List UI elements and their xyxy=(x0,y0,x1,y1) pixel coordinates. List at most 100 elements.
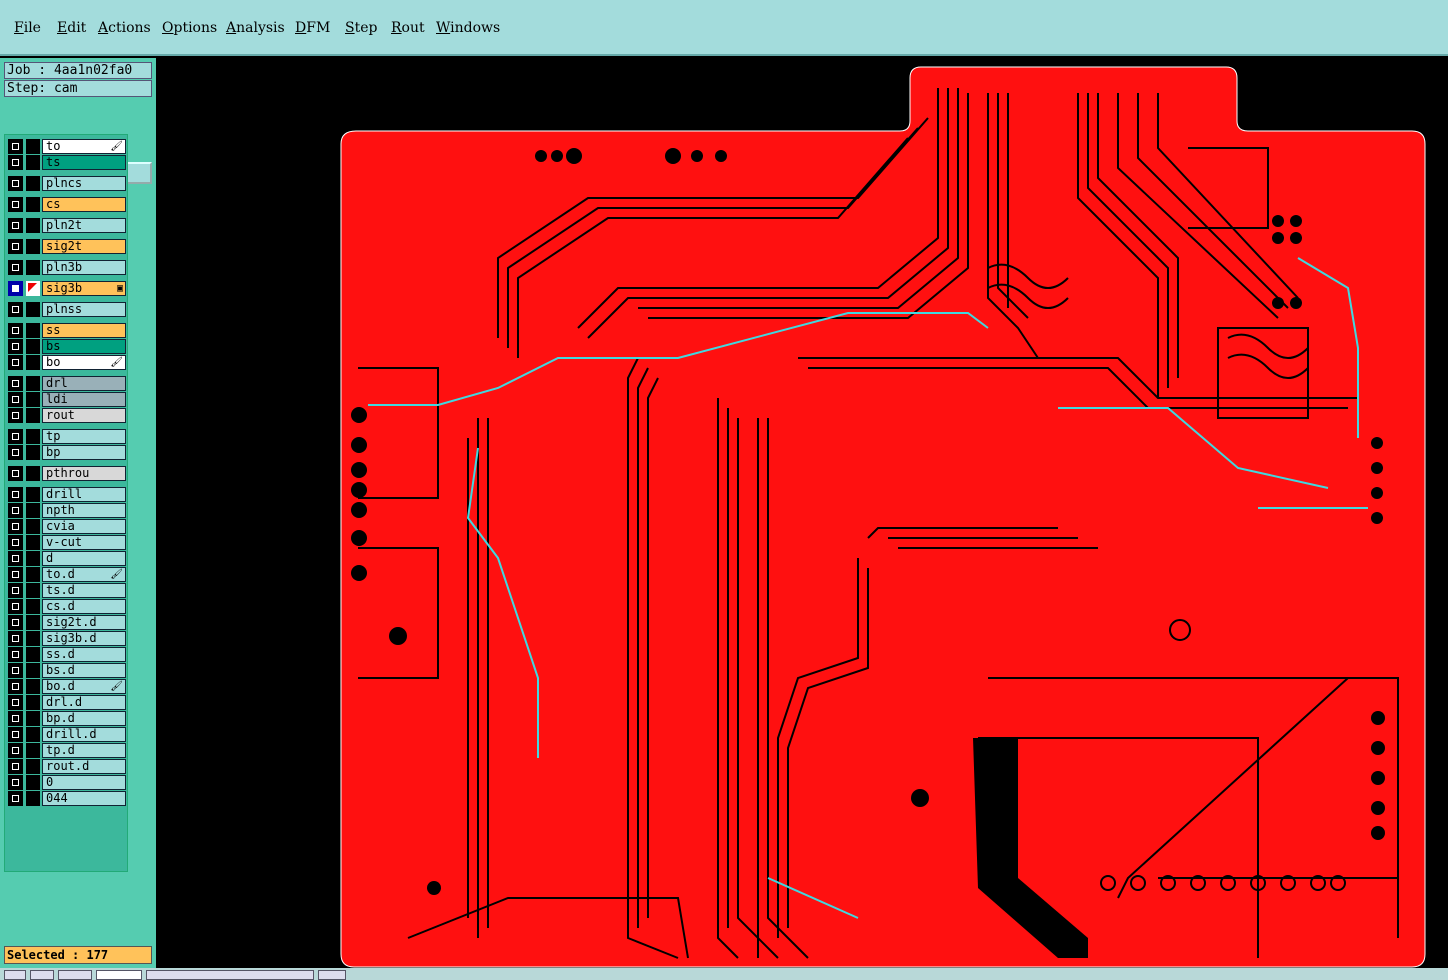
layer-state-cell[interactable] xyxy=(26,775,40,790)
layer-checkbox[interactable] xyxy=(8,355,23,370)
layer-row[interactable]: pthrou xyxy=(5,466,129,481)
layer-row[interactable]: drill xyxy=(5,487,129,502)
layer-state-cell[interactable] xyxy=(26,197,40,212)
layer-checkbox[interactable] xyxy=(8,599,23,614)
layer-name-bo[interactable]: bo 🖌 xyxy=(42,355,126,370)
layer-state-cell[interactable] xyxy=(26,551,40,566)
layer-name-044[interactable]: 044 xyxy=(42,791,126,806)
layer-state-cell[interactable] xyxy=(26,535,40,550)
layer-row[interactable]: rout xyxy=(5,408,129,423)
layer-state-cell[interactable] xyxy=(26,429,40,444)
layer-row[interactable]: bo.d 🖌 xyxy=(5,679,129,694)
layer-checkbox[interactable] xyxy=(8,535,23,550)
layer-name-tp.d[interactable]: tp.d xyxy=(42,743,126,758)
layer-state-cell[interactable] xyxy=(26,583,40,598)
menu-dfm[interactable]: DFM xyxy=(295,20,330,36)
layer-state-cell[interactable] xyxy=(26,503,40,518)
layer-checkbox[interactable] xyxy=(8,218,23,233)
layer-name-ldi[interactable]: ldi xyxy=(42,392,126,407)
work-layer-arrow-icon[interactable] xyxy=(26,281,40,296)
layer-state-cell[interactable] xyxy=(26,791,40,806)
layer-checkbox[interactable] xyxy=(8,392,23,407)
layer-row[interactable]: ss.d xyxy=(5,647,129,662)
layer-checkbox[interactable] xyxy=(8,323,23,338)
layer-row[interactable]: sig2t xyxy=(5,239,129,254)
layer-name-0[interactable]: 0 xyxy=(42,775,126,790)
layer-name-drl[interactable]: drl xyxy=(42,376,126,391)
layer-row[interactable]: to.d 🖌 xyxy=(5,567,129,582)
status-button[interactable] xyxy=(58,970,92,980)
layer-row[interactable]: npth xyxy=(5,503,129,518)
layer-state-cell[interactable] xyxy=(26,260,40,275)
layer-row[interactable]: plncs xyxy=(5,176,129,191)
layer-state-cell[interactable] xyxy=(26,323,40,338)
status-button[interactable] xyxy=(4,970,26,980)
layer-name-d[interactable]: d xyxy=(42,551,126,566)
layer-checkbox[interactable] xyxy=(8,519,23,534)
layer-state-cell[interactable] xyxy=(26,392,40,407)
layer-row[interactable]: ss xyxy=(5,323,129,338)
layer-row[interactable]: bp xyxy=(5,445,129,460)
layer-row[interactable]: bp.d xyxy=(5,711,129,726)
layer-state-cell[interactable] xyxy=(26,663,40,678)
layer-row[interactable]: 044 xyxy=(5,791,129,806)
layer-state-cell[interactable] xyxy=(26,599,40,614)
layer-name-tp[interactable]: tp xyxy=(42,429,126,444)
layer-row[interactable]: ts.d xyxy=(5,583,129,598)
layer-checkbox[interactable] xyxy=(8,139,23,154)
layer-name-drl.d[interactable]: drl.d xyxy=(42,695,126,710)
layer-checkbox[interactable] xyxy=(8,466,23,481)
layer-name-ss.d[interactable]: ss.d xyxy=(42,647,126,662)
layer-state-cell[interactable] xyxy=(26,355,40,370)
layer-state-cell[interactable] xyxy=(26,155,40,170)
layer-row[interactable]: drl xyxy=(5,376,129,391)
layer-name-cvia[interactable]: cvia xyxy=(42,519,126,534)
layer-state-cell[interactable] xyxy=(26,679,40,694)
layer-state-cell[interactable] xyxy=(26,445,40,460)
layer-checkbox[interactable] xyxy=(8,376,23,391)
layer-checkbox[interactable] xyxy=(8,339,23,354)
layer-row[interactable]: sig3b ▣ xyxy=(5,281,129,296)
layer-name-drill[interactable]: drill xyxy=(42,487,126,502)
menu-step[interactable]: Step xyxy=(345,20,377,36)
menu-edit[interactable]: Edit xyxy=(57,20,86,36)
layer-name-plncs[interactable]: plncs xyxy=(42,176,126,191)
layer-state-cell[interactable] xyxy=(26,727,40,742)
layer-state-cell[interactable] xyxy=(26,487,40,502)
layer-state-cell[interactable] xyxy=(26,339,40,354)
layer-checkbox[interactable] xyxy=(8,487,23,502)
menu-file[interactable]: File xyxy=(14,20,41,36)
layer-state-cell[interactable] xyxy=(26,759,40,774)
layer-checkbox[interactable] xyxy=(8,503,23,518)
layer-checkbox[interactable] xyxy=(8,663,23,678)
layer-checkbox[interactable] xyxy=(8,239,23,254)
layer-row[interactable]: to 🖌 xyxy=(5,139,129,154)
layer-name-rout[interactable]: rout xyxy=(42,408,126,423)
layer-row[interactable]: pln3b xyxy=(5,260,129,275)
layer-checkbox[interactable] xyxy=(8,695,23,710)
layer-checkbox[interactable] xyxy=(8,197,23,212)
layer-row[interactable]: bs xyxy=(5,339,129,354)
layer-name-npth[interactable]: npth xyxy=(42,503,126,518)
layer-name-bs.d[interactable]: bs.d xyxy=(42,663,126,678)
layer-state-cell[interactable] xyxy=(26,139,40,154)
layer-checkbox[interactable] xyxy=(8,727,23,742)
layer-state-cell[interactable] xyxy=(26,218,40,233)
layer-name-pln2t[interactable]: pln2t xyxy=(42,218,126,233)
layer-name-sig2t[interactable]: sig2t xyxy=(42,239,126,254)
layer-row[interactable]: v-cut xyxy=(5,535,129,550)
layer-name-ts.d[interactable]: ts.d xyxy=(42,583,126,598)
layer-checkbox[interactable] xyxy=(8,567,23,582)
layer-name-plnss[interactable]: plnss xyxy=(42,302,126,317)
layer-row[interactable]: bo 🖌 xyxy=(5,355,129,370)
layer-state-cell[interactable] xyxy=(26,695,40,710)
layer-name-to[interactable]: to 🖌 xyxy=(42,139,126,154)
layer-row[interactable]: sig2t.d xyxy=(5,615,129,630)
menu-analysis[interactable]: Analysis xyxy=(226,20,285,36)
layer-name-v-cut[interactable]: v-cut xyxy=(42,535,126,550)
layer-row[interactable]: tp xyxy=(5,429,129,444)
layer-name-bo.d[interactable]: bo.d 🖌 xyxy=(42,679,126,694)
menu-options[interactable]: Options xyxy=(162,20,217,36)
layer-row[interactable]: cs xyxy=(5,197,129,212)
layer-row[interactable]: drl.d xyxy=(5,695,129,710)
